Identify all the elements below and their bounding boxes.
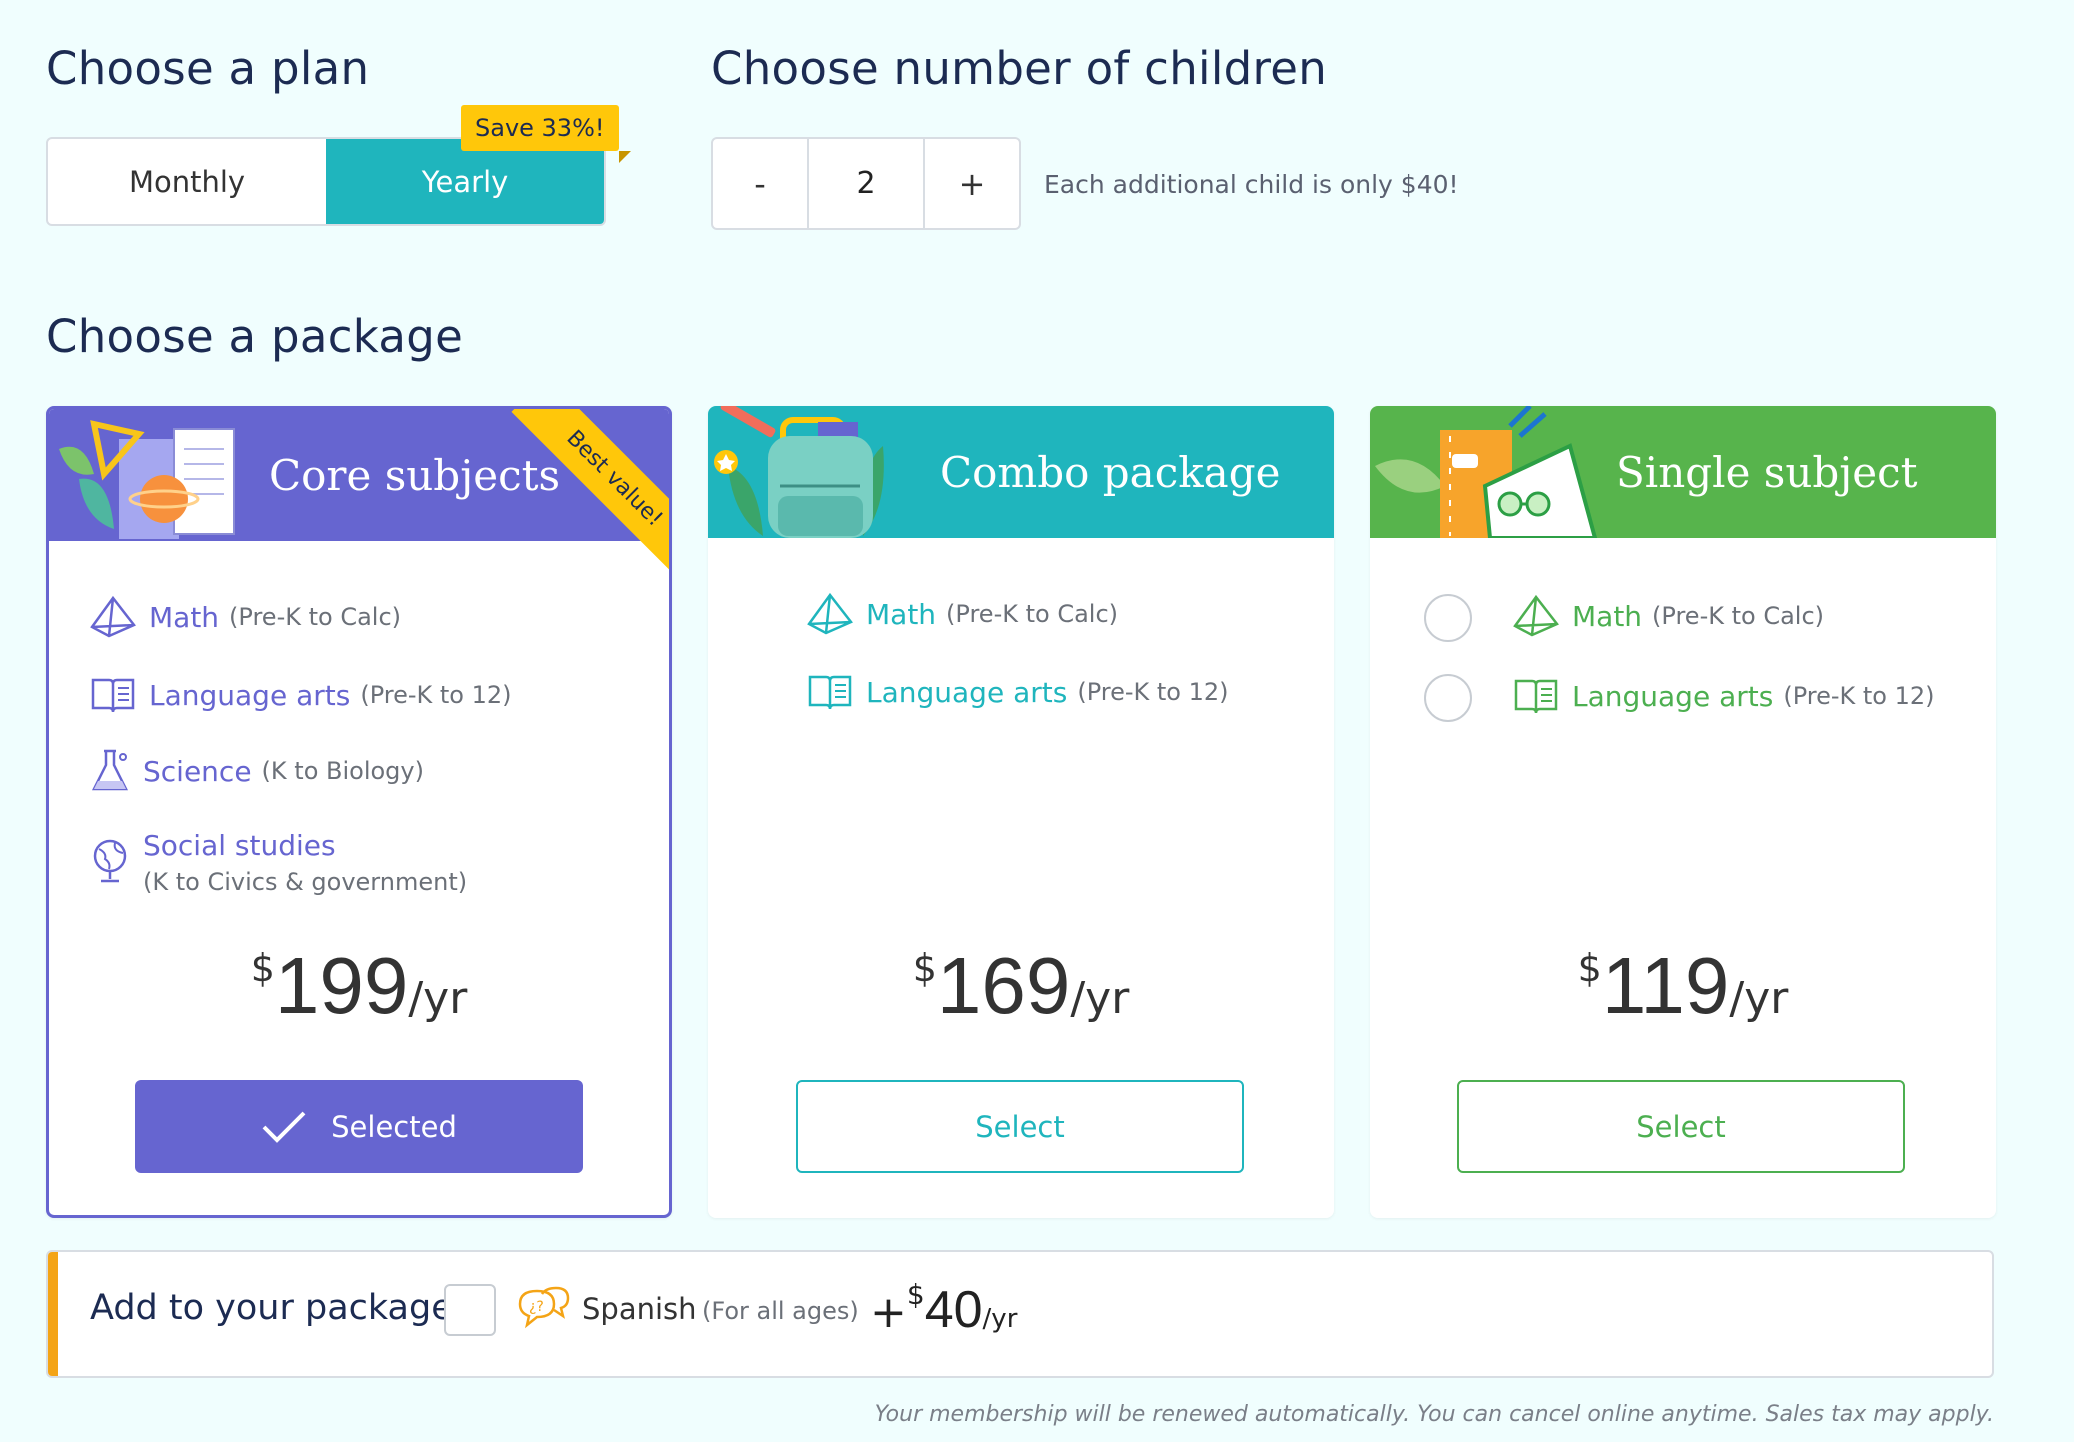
subject-item-math: Math (Pre-K to Calc) <box>1510 590 1824 642</box>
book-icon <box>1510 670 1562 722</box>
price-period: /yr <box>1729 973 1789 1024</box>
card-header: Single subject <box>1370 406 1996 538</box>
radio-language-arts[interactable] <box>1424 674 1472 722</box>
price-period: /yr <box>408 973 468 1024</box>
backpack-illustration-icon <box>714 406 884 538</box>
addon-amount: 40 <box>924 1281 983 1339</box>
addon-currency: $ <box>906 1278 925 1311</box>
price-amount: 199 <box>274 941 409 1030</box>
subject-item-language-arts: Language arts (Pre-K to 12) <box>804 666 1229 718</box>
subject-item-language-arts: Language arts (Pre-K to 12) <box>1510 670 1935 722</box>
svg-text:¿?: ¿? <box>529 1299 544 1315</box>
plan-yearly-option[interactable]: Yearly <box>326 139 604 224</box>
globe-icon <box>87 835 133 887</box>
subject-range: (K to Biology) <box>261 757 424 785</box>
children-heading: Choose number of children <box>711 42 1328 95</box>
addon-panel: Add to your package ¿? Spanish (For all … <box>46 1250 1994 1378</box>
price-amount: 169 <box>936 941 1071 1030</box>
price-currency: $ <box>912 946 937 990</box>
subject-item-language-arts: Language arts (Pre-K to 12) <box>87 669 512 721</box>
subject-name: Math <box>149 600 220 634</box>
button-label: Select <box>975 1109 1065 1144</box>
decrement-button[interactable]: - <box>713 139 807 228</box>
select-button-combo[interactable]: Select <box>796 1080 1244 1173</box>
card-title: Combo package <box>940 448 1281 497</box>
price-core: $199/yr <box>46 940 672 1032</box>
subject-range: (Pre-K to Calc) <box>946 600 1119 628</box>
price-currency: $ <box>1577 946 1602 990</box>
subject-item-math: Math (Pre-K to Calc) <box>804 588 1118 640</box>
subject-range: (Pre-K to Calc) <box>229 603 402 631</box>
addon-name: Spanish <box>582 1292 697 1326</box>
additional-child-note: Each additional child is only $40! <box>1044 170 1459 199</box>
checkmark-icon <box>262 1111 306 1143</box>
spanish-checkbox[interactable] <box>444 1284 496 1336</box>
subject-name: Math <box>866 597 937 631</box>
subject-item-social-studies: Social studies (K to Civics & government… <box>87 829 467 896</box>
subject-item-math: Math (Pre-K to Calc) <box>87 591 401 643</box>
addon-price: +$40/yr <box>870 1278 1018 1340</box>
subject-range: (Pre-K to Calc) <box>1652 602 1825 630</box>
addon-accent-bar <box>48 1252 58 1376</box>
subject-range: (Pre-K to 12) <box>1077 678 1229 706</box>
flask-icon <box>87 745 133 797</box>
subject-range: (Pre-K to 12) <box>1783 682 1935 710</box>
best-value-ribbon: Best value! <box>511 409 669 576</box>
select-button-single[interactable]: Select <box>1457 1080 1905 1173</box>
subject-range: (Pre-K to 12) <box>360 681 512 709</box>
button-label: Selected <box>331 1109 457 1144</box>
increment-button[interactable]: + <box>925 139 1019 228</box>
book-icon <box>804 666 856 718</box>
books-illustration-icon <box>59 420 235 539</box>
plan-monthly-option[interactable]: Monthly <box>48 139 326 224</box>
addon-plus: + <box>870 1287 907 1338</box>
package-heading: Choose a package <box>46 310 464 363</box>
save-badge: Save 33%! <box>461 105 630 163</box>
addon-label: Add to your package <box>90 1288 453 1328</box>
subject-name: Math <box>1572 599 1643 633</box>
children-stepper: - 2 + <box>711 137 1021 230</box>
speech-bubbles-icon: ¿? <box>518 1286 570 1329</box>
plan-heading: Choose a plan <box>46 42 370 95</box>
subject-range: (K to Civics & government) <box>143 868 468 896</box>
subject-name: Science <box>143 754 252 788</box>
price-amount: 119 <box>1601 941 1730 1030</box>
addon-period: /yr <box>982 1304 1018 1334</box>
pyramid-icon <box>804 588 856 640</box>
price-combo: $169/yr <box>708 940 1334 1032</box>
renewal-footnote: Your membership will be renewed automati… <box>874 1402 1994 1427</box>
subject-name: Language arts <box>866 675 1068 709</box>
price-period: /yr <box>1070 973 1130 1024</box>
card-header: Combo package <box>708 406 1334 538</box>
card-title: Single subject <box>1616 448 1918 497</box>
price-single: $119/yr <box>1370 940 1996 1032</box>
button-label: Select <box>1636 1109 1726 1144</box>
subject-name: Language arts <box>149 678 351 712</box>
subject-item-science: Science (K to Biology) <box>87 745 424 797</box>
price-currency: $ <box>250 946 275 990</box>
radio-math[interactable] <box>1424 594 1472 642</box>
subject-name: Language arts <box>1572 679 1774 713</box>
pyramid-icon <box>1510 590 1562 642</box>
ruler-illustration-icon <box>1375 406 1598 538</box>
pyramid-icon <box>87 591 139 643</box>
subject-name: Social studies <box>143 829 336 862</box>
selected-button-core[interactable]: Selected <box>135 1080 583 1173</box>
children-count[interactable]: 2 <box>807 139 925 228</box>
addon-range: (For all ages) <box>702 1297 859 1325</box>
book-icon <box>87 669 139 721</box>
